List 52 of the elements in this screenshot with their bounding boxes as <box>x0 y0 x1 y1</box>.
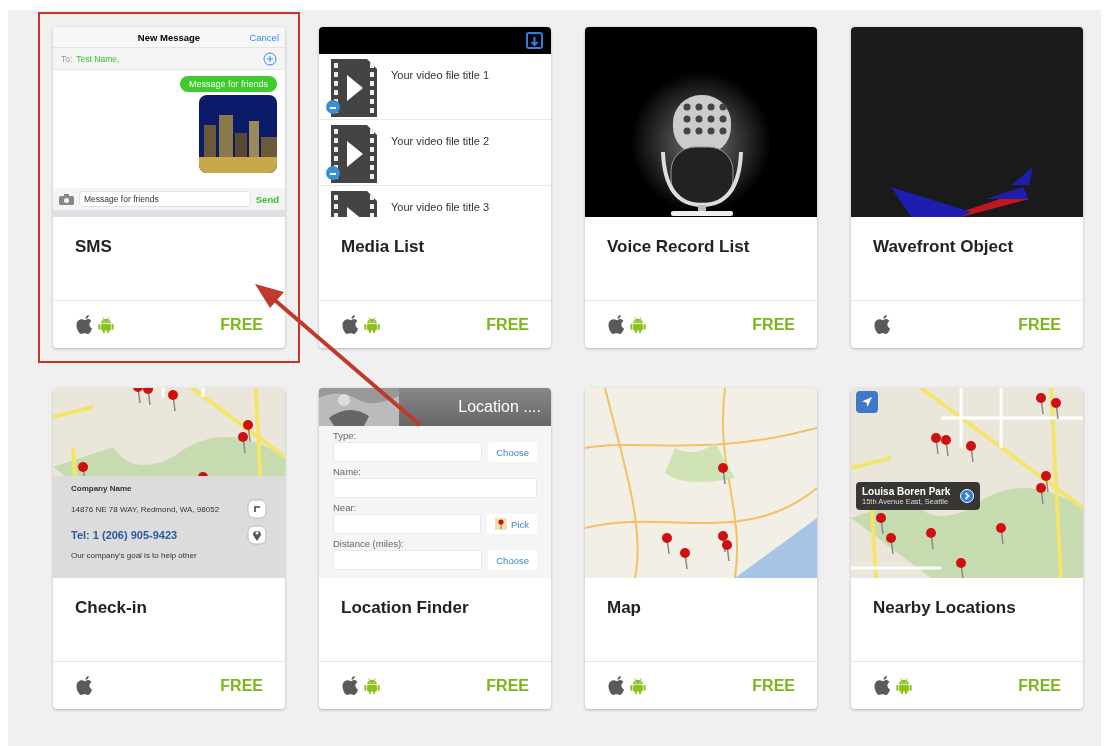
field-label: Name: <box>333 466 362 477</box>
card-title: Nearby Locations <box>873 598 1016 617</box>
app-card[interactable]: Company Name 14876 NE 78 WAY, Redmond, WA, 98052 Tel: 1 (206) 905-9423 Our company's goal is to help other Check-in FREE <box>53 388 285 709</box>
action-button[interactable]: Pick <box>487 514 537 534</box>
card-title: Media List <box>341 237 425 256</box>
app-card[interactable]: Map FREE <box>585 388 817 709</box>
message-bubble: Message for friends <box>179 76 277 92</box>
price-label: FREE <box>1018 315 1061 334</box>
price-label: FREE <box>752 315 795 334</box>
company-name: Company Name <box>71 484 133 493</box>
action-button[interactable]: Choose <box>488 550 537 570</box>
price-label: FREE <box>752 676 795 695</box>
price-label: FREE <box>486 315 529 334</box>
address: 14876 NE 78 WAY, Redmond, WA, 98052 <box>71 504 220 514</box>
card-title: Check-in <box>75 598 147 617</box>
to-label: To: <box>61 53 73 64</box>
card-title: Wavefront Object <box>873 237 1014 256</box>
place-name: Louisa Boren Park <box>862 486 951 497</box>
recipient-name: Test Name, <box>76 53 120 64</box>
message-field[interactable]: Message for friends <box>79 191 251 207</box>
field-label: Type: <box>333 430 358 441</box>
card-title: Location Finder <box>341 598 469 617</box>
card-title: Map <box>607 598 641 617</box>
app-card[interactable]: Your video file title 1 Your video file title 2 Your video file title 3 Media List FREE <box>319 27 551 348</box>
card-title: Voice Record List <box>607 237 750 256</box>
directions-icon[interactable] <box>247 499 267 519</box>
app-card[interactable]: Voice Record List FREE <box>585 27 817 348</box>
video-title: Your video file title 1 <box>391 68 490 83</box>
app-card[interactable]: New Message Cancel To: Test Name, Message for friends Message for friends Send SMS FREE <box>53 27 285 348</box>
video-title: Your video file title 3 <box>391 200 490 215</box>
card-title: SMS <box>75 237 112 256</box>
price-label: FREE <box>220 676 263 695</box>
screen-title: New Message <box>137 31 201 43</box>
download-icon[interactable] <box>526 32 543 49</box>
camera-icon[interactable] <box>59 193 74 205</box>
field-label: Near: <box>333 502 358 513</box>
map-pin-icon <box>495 518 508 530</box>
app-card[interactable]: Location .... Type: Choose Name: Near: Pick Distance (miles): Choose Location Finder FREE <box>319 388 551 709</box>
phone-link[interactable]: Tel: 1 (206) 905-9423 <box>71 529 178 541</box>
header-title: Location .... <box>458 398 542 416</box>
field-label: Distance (miles): <box>333 538 405 549</box>
video-title: Your video file title 2 <box>391 134 490 149</box>
price-label: FREE <box>1018 676 1061 695</box>
navigation-icon[interactable] <box>856 391 878 413</box>
app-card[interactable]: Wavefront Object FREE <box>851 27 1083 348</box>
price-label: FREE <box>486 676 529 695</box>
location-pin-icon[interactable] <box>247 525 267 545</box>
action-button[interactable]: Choose <box>488 442 537 462</box>
add-icon[interactable] <box>263 51 277 66</box>
description: Our company's goal is to help other <box>71 551 198 560</box>
chevron-icon[interactable] <box>960 489 975 503</box>
price-label: FREE <box>220 315 263 334</box>
